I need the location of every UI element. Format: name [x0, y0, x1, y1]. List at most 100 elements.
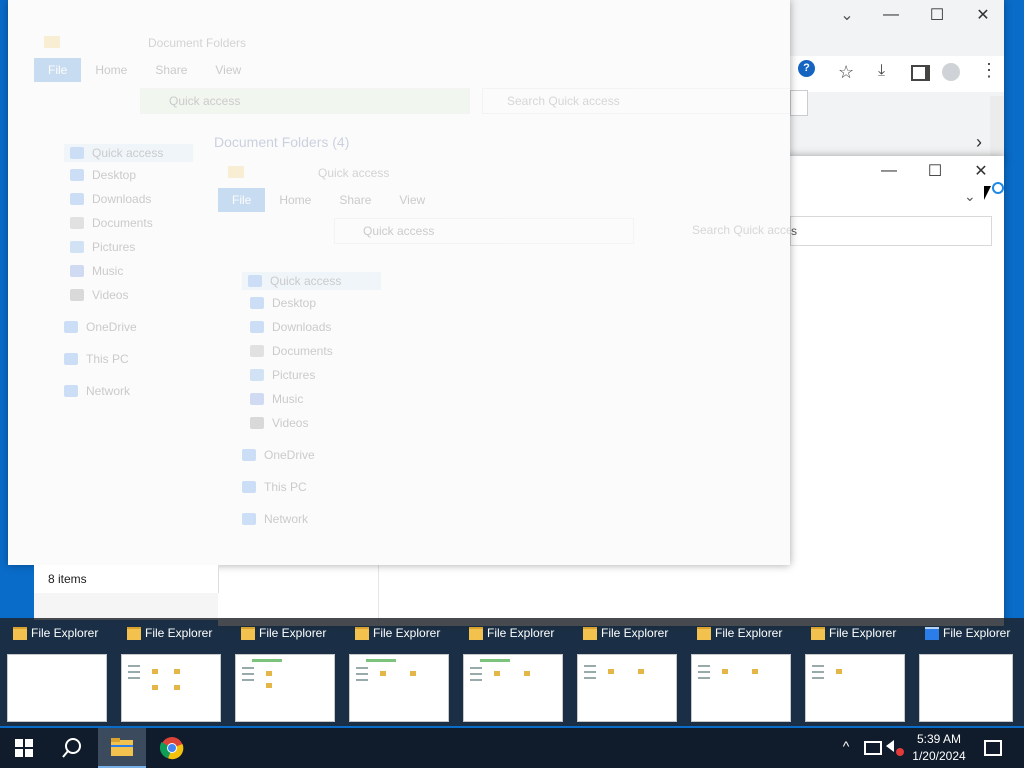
nav-this-pc[interactable]: This PC — [242, 480, 307, 494]
nav-quick-access[interactable]: Quick access — [242, 272, 382, 290]
star-icon — [70, 147, 84, 159]
search-button[interactable] — [48, 728, 96, 768]
nav-network[interactable]: Network — [242, 512, 308, 526]
side-panel-icon[interactable] — [911, 65, 930, 81]
nav-downloads[interactable]: Downloads — [250, 320, 331, 334]
nav-onedrive[interactable]: OneDrive — [242, 448, 315, 462]
nav-label: This PC — [264, 480, 307, 494]
tab-view[interactable]: View — [201, 63, 255, 77]
show-hidden-icons-button[interactable]: ^ — [838, 738, 854, 754]
chrome-close-button[interactable]: ✕ — [960, 0, 1004, 30]
search-box[interactable]: s — [790, 216, 992, 246]
download-icon[interactable]: ⤓ — [878, 62, 885, 80]
chrome-scrollbar[interactable] — [990, 96, 1004, 160]
volume-muted-icon[interactable] — [886, 740, 894, 752]
network-icon — [242, 513, 256, 525]
window-thumbnail — [919, 654, 1013, 722]
folder-icon — [228, 166, 244, 178]
nav-music[interactable]: Music — [250, 392, 303, 406]
ribbon-tabs: File Home Share View — [218, 188, 439, 212]
expand-ribbon-icon[interactable]: ⌄ — [964, 188, 976, 205]
tab-home[interactable]: Home — [265, 193, 325, 207]
nav-documents[interactable]: Documents — [250, 344, 333, 358]
help-badge-icon[interactable]: ? — [798, 60, 815, 77]
chevron-right-icon[interactable]: › — [976, 132, 982, 153]
task-switcher-item[interactable]: File Explorer — [577, 620, 689, 722]
nav-onedrive[interactable]: OneDrive — [64, 320, 137, 334]
nav-label: Downloads — [272, 320, 332, 334]
nav-label: Pictures — [92, 240, 136, 254]
task-switcher-item[interactable]: File Explorer — [349, 620, 461, 722]
nav-label: Documents — [272, 344, 333, 358]
chrome-maximize-button[interactable]: ☐ — [914, 0, 960, 30]
document-icon — [250, 345, 264, 357]
videos-icon — [250, 417, 264, 429]
window-title: Document Folders — [148, 36, 247, 50]
tab-share[interactable]: Share — [141, 63, 201, 77]
search-text: s — [791, 224, 797, 238]
nav-quick-access[interactable]: Quick access — [64, 144, 194, 162]
action-center-icon[interactable] — [984, 740, 1002, 756]
task-switcher-item[interactable]: File Explorer — [235, 620, 347, 722]
window-thumbnail — [691, 654, 791, 722]
nav-videos[interactable]: Videos — [70, 288, 128, 302]
tab-file[interactable]: File — [34, 58, 82, 82]
explorer-app-icon — [925, 627, 939, 640]
taskbar-chrome[interactable] — [148, 728, 196, 768]
task-switcher-item[interactable]: File Explorer — [691, 620, 803, 722]
nav-music[interactable]: Music — [70, 264, 123, 278]
address-bar[interactable]: Quick access — [334, 218, 634, 244]
task-switcher-item[interactable]: File Explorer — [463, 620, 575, 722]
window-thumbnail — [805, 654, 905, 722]
chrome-tab-dropdown-icon[interactable]: ⌄ — [824, 0, 870, 30]
item-label: File Explorer — [145, 626, 213, 640]
item-label: File Explorer — [601, 626, 669, 640]
nav-videos[interactable]: Videos — [250, 416, 308, 430]
search-box[interactable]: Search Quick access — [664, 218, 790, 242]
folder-icon — [44, 36, 60, 48]
chrome-icon — [160, 737, 184, 760]
folder-icon — [469, 627, 483, 640]
chrome-minimize-button[interactable]: — — [868, 0, 914, 30]
nav-pictures[interactable]: Pictures — [70, 240, 135, 254]
minimize-button[interactable]: — — [866, 156, 912, 186]
taskbar-file-explorer[interactable] — [98, 728, 146, 768]
chrome-omnibox[interactable] — [790, 90, 808, 116]
start-button[interactable] — [0, 728, 48, 768]
task-switcher-item[interactable]: File Explorer — [919, 620, 1019, 722]
item-label: File Explorer — [373, 626, 441, 640]
bookmark-star-icon[interactable]: ☆ — [838, 62, 854, 83]
nav-documents[interactable]: Documents — [70, 216, 153, 230]
task-switcher-item[interactable]: File Explorer — [7, 620, 119, 722]
profile-avatar-icon[interactable] — [942, 63, 960, 81]
search-box[interactable]: Search Quick access — [482, 88, 790, 114]
address-bar[interactable]: Quick access — [140, 88, 470, 114]
network-status-icon[interactable] — [864, 741, 882, 755]
tab-file[interactable]: File — [218, 188, 266, 212]
window-thumbnail — [121, 654, 221, 722]
nav-label: Pictures — [272, 368, 316, 382]
taskbar: ^ 5:39 AM 1/20/2024 — [0, 728, 1024, 768]
tab-share[interactable]: Share — [325, 193, 385, 207]
videos-icon — [70, 289, 84, 301]
clock-time: 5:39 AM — [916, 732, 962, 746]
nav-downloads[interactable]: Downloads — [70, 192, 151, 206]
nav-label: Downloads — [92, 192, 152, 206]
nav-label: Network — [86, 384, 131, 398]
task-switcher-item[interactable]: File Explorer — [121, 620, 233, 722]
chrome-menu-icon[interactable]: ⋮ — [980, 60, 998, 81]
nav-desktop[interactable]: Desktop — [250, 296, 316, 310]
nav-this-pc[interactable]: This PC — [64, 352, 129, 366]
nav-pictures[interactable]: Pictures — [250, 368, 315, 382]
tab-home[interactable]: Home — [81, 63, 141, 77]
window-thumbnail — [577, 654, 677, 722]
nav-label: OneDrive — [86, 320, 137, 334]
folder-icon — [697, 627, 711, 640]
network-icon — [64, 385, 78, 397]
nav-network[interactable]: Network — [64, 384, 130, 398]
tab-view[interactable]: View — [385, 193, 439, 207]
task-switcher-item[interactable]: File Explorer — [805, 620, 917, 722]
clock[interactable]: 5:39 AM 1/20/2024 — [906, 732, 972, 763]
nav-desktop[interactable]: Desktop — [70, 168, 136, 182]
maximize-button[interactable]: ☐ — [912, 156, 958, 186]
